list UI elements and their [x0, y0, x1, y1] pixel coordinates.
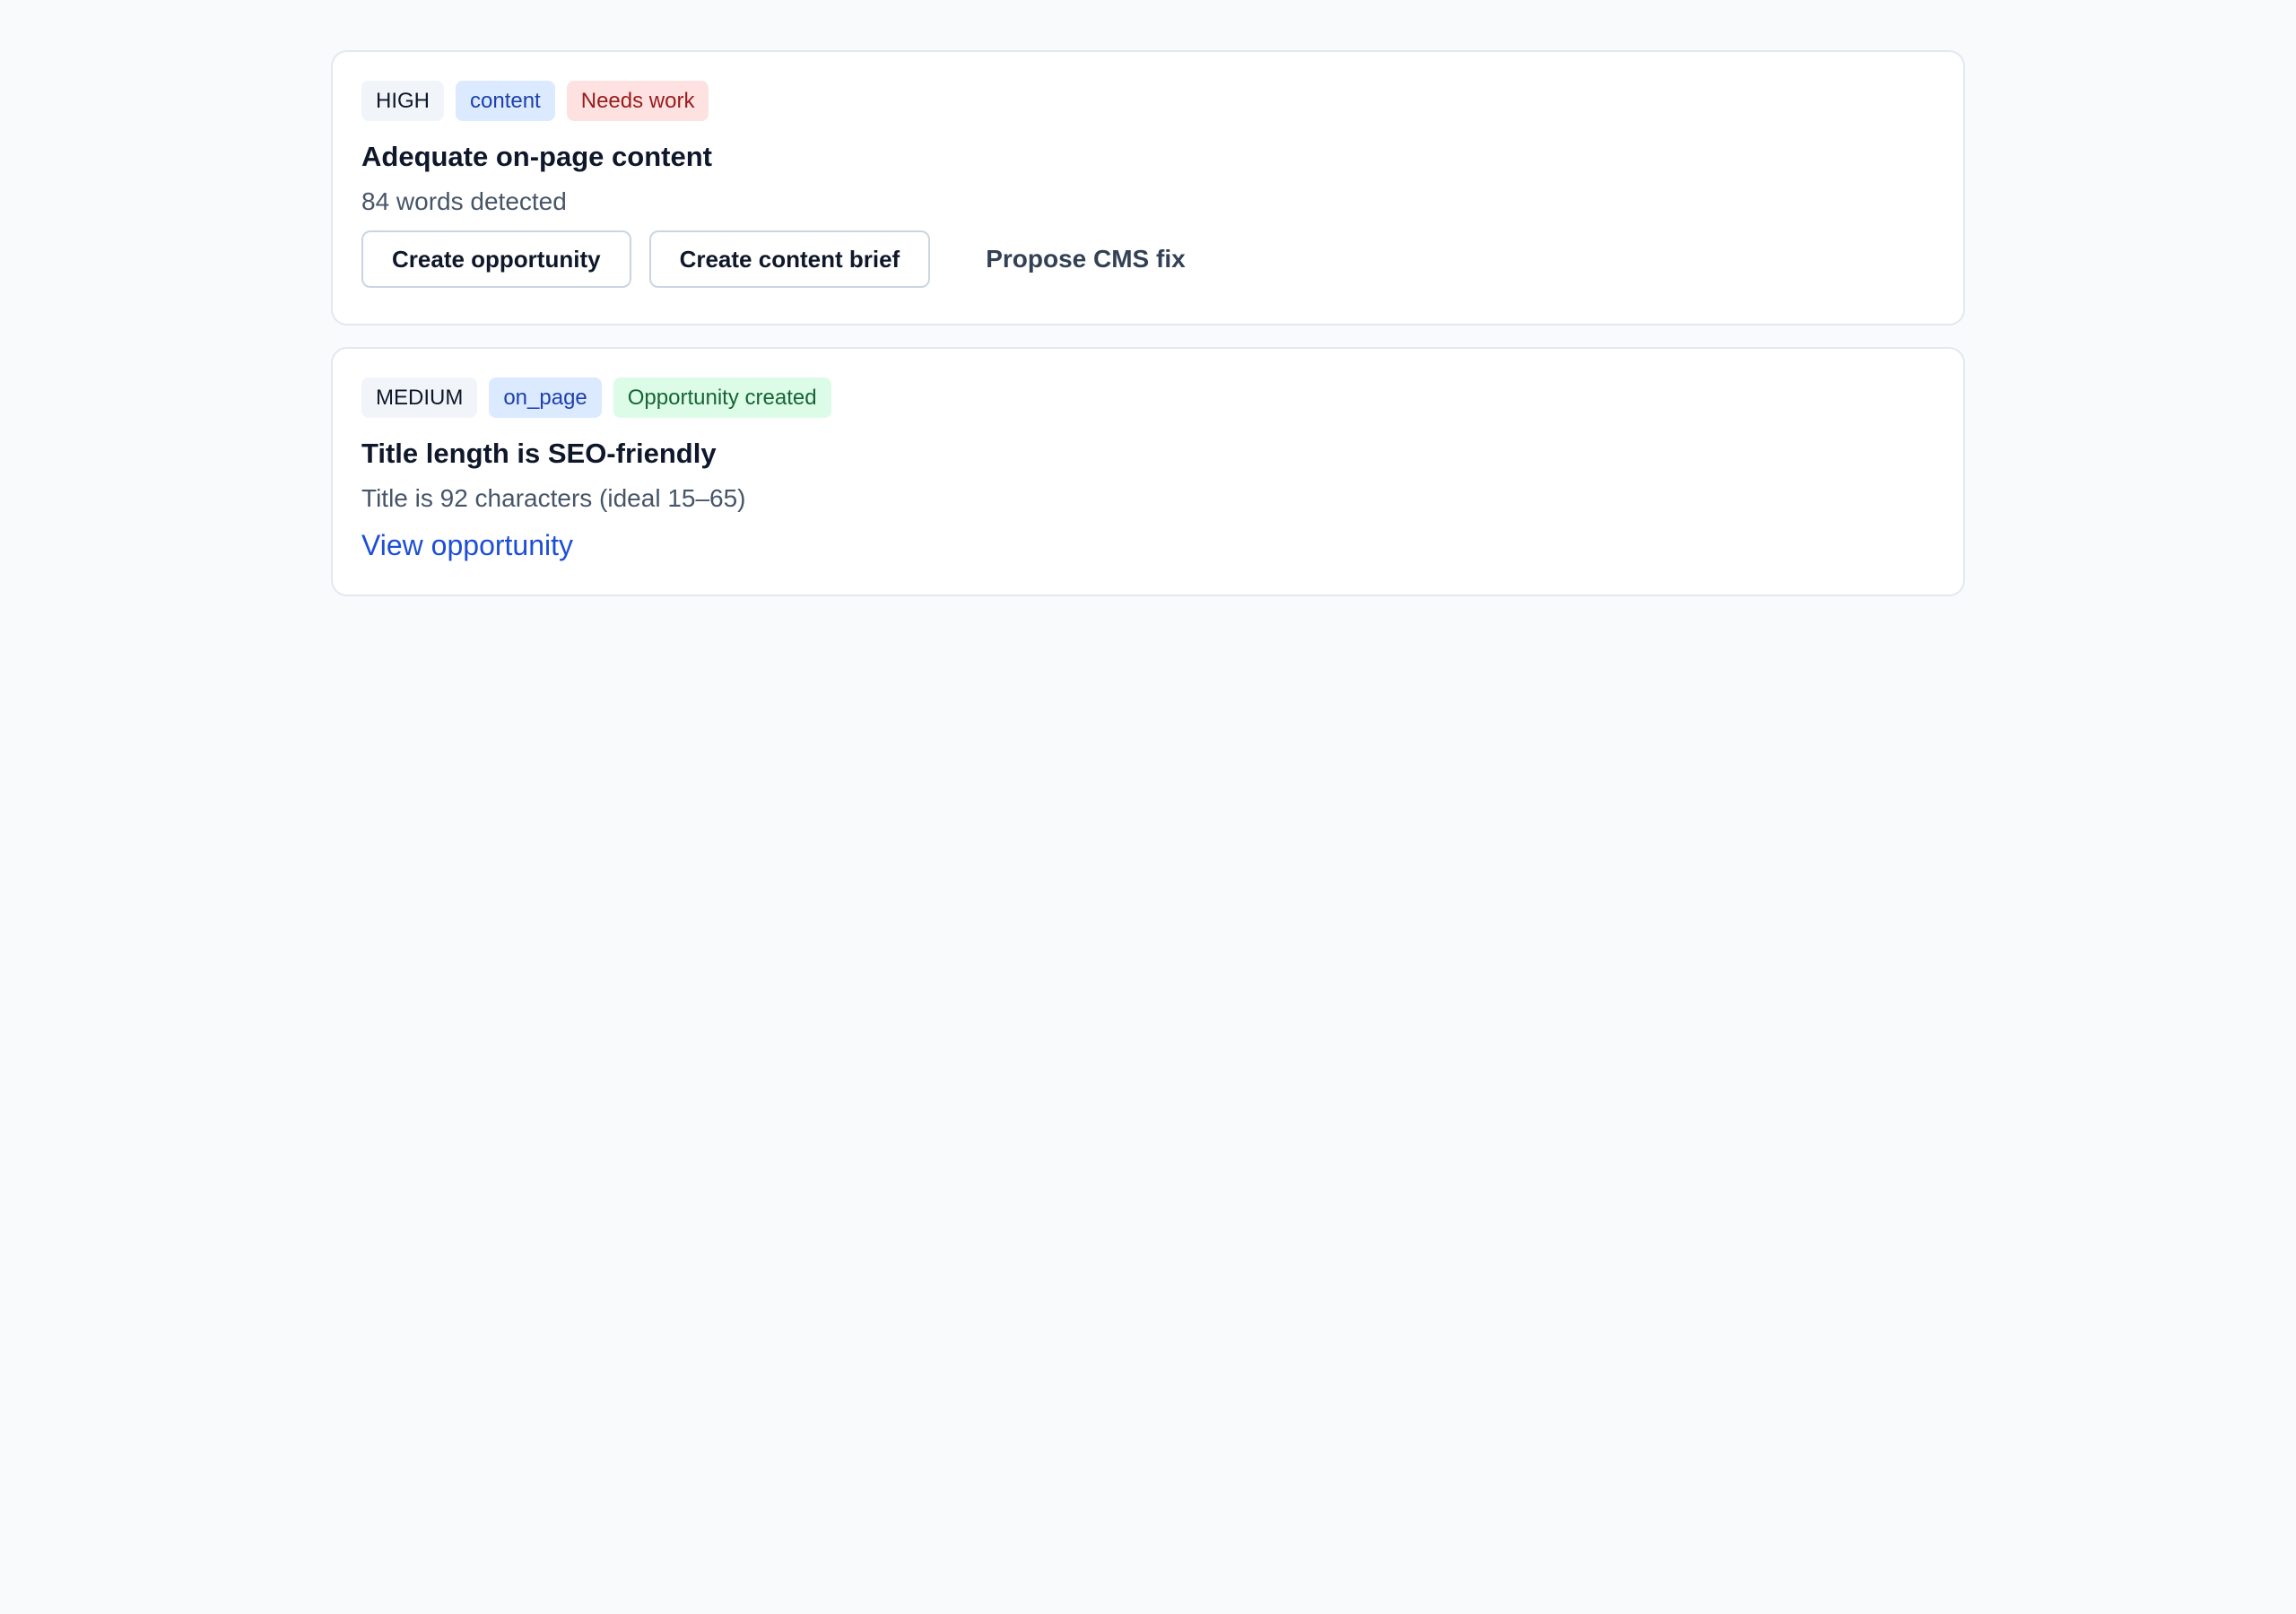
audit-checks-list: HIGH content Needs work Adequate on-page… — [331, 50, 1965, 618]
check-detail: Title is 92 characters (ideal 15–65) — [361, 484, 746, 512]
badge-row: HIGH content Needs work — [361, 81, 1935, 121]
status-badge: Needs work — [566, 81, 709, 121]
check-actions: Create opportunity Create content brief … — [361, 230, 1935, 288]
severity-badge: HIGH — [361, 81, 444, 121]
create-content-brief-button[interactable]: Create content brief — [648, 230, 931, 288]
propose-cms-fix-button[interactable]: Propose CMS fix — [957, 230, 1213, 288]
badge-row: MEDIUM on_page Opportunity created — [361, 377, 1935, 418]
check-card: MEDIUM on_page Opportunity created Title… — [331, 347, 1965, 596]
create-opportunity-button[interactable]: Create opportunity — [361, 230, 631, 288]
status-badge: Opportunity created — [613, 377, 831, 418]
check-title: Title length is SEO-friendly — [361, 438, 717, 469]
category-badge: on_page — [489, 377, 602, 418]
check-title: Adequate on-page content — [361, 141, 712, 172]
check-detail: 84 words detected — [361, 187, 567, 215]
severity-badge: MEDIUM — [361, 377, 478, 418]
category-badge: content — [456, 81, 555, 121]
check-card: HIGH content Needs work Adequate on-page… — [331, 50, 1965, 325]
view-opportunity-link[interactable]: View opportunity — [361, 527, 573, 563]
